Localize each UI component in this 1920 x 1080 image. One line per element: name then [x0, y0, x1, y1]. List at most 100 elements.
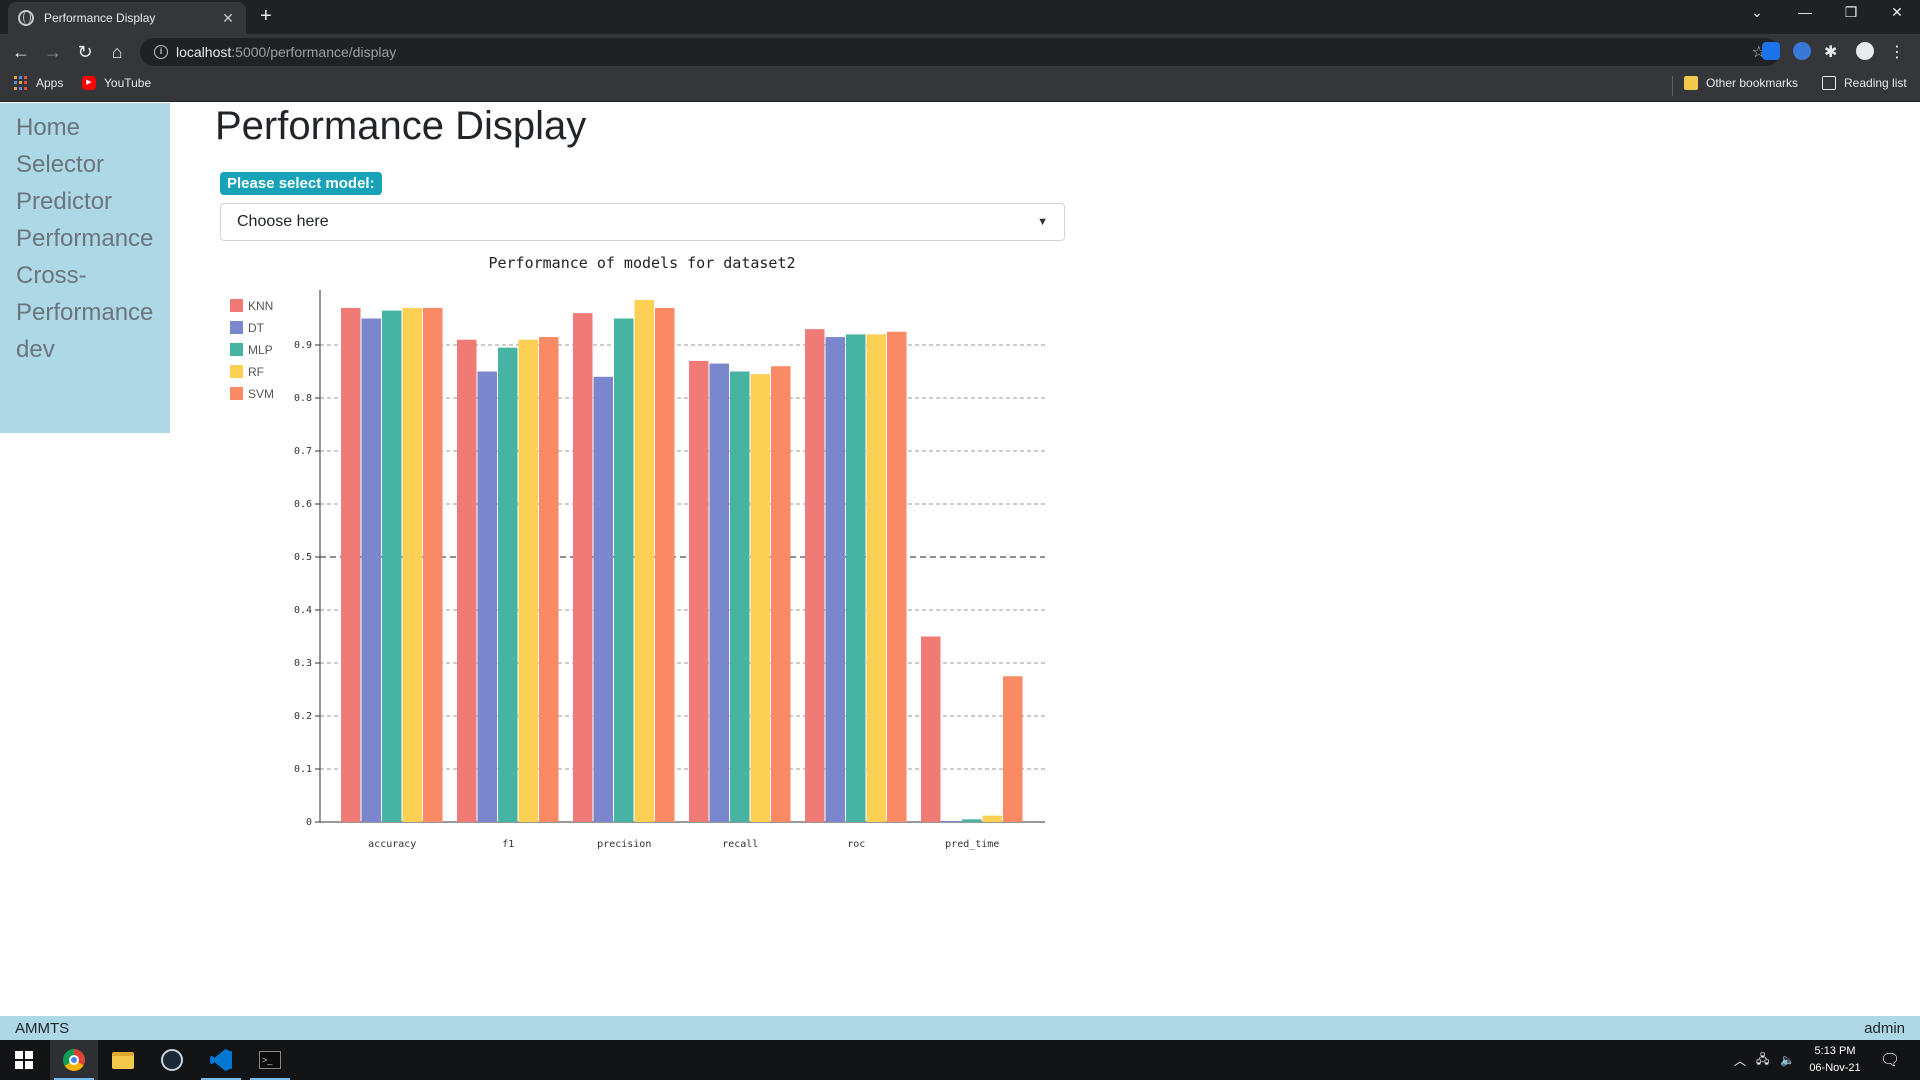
bar-knn-f1 — [457, 339, 477, 822]
bar-rf-recall — [750, 374, 770, 822]
bar-mlp-precision — [614, 318, 634, 822]
folder-icon — [1684, 76, 1698, 90]
bookmark-youtube[interactable]: ▶ YouTube — [82, 76, 151, 90]
tray-chevron-up-icon[interactable]: ︿ — [1734, 1040, 1746, 1080]
notifications-icon[interactable]: 🗨 — [1880, 1040, 1900, 1080]
forward-icon[interactable]: → — [41, 40, 65, 64]
y-tick-label: 0.8 — [294, 393, 312, 404]
network-icon[interactable]: 🖧 — [1756, 1040, 1769, 1080]
bar-rf-f1 — [518, 339, 538, 822]
bar-knn-roc — [805, 329, 825, 822]
sidebar-item-cross-performance[interactable]: Cross- Performance — [0, 257, 170, 331]
bookmark-apps[interactable]: Apps — [14, 76, 63, 90]
extension-blue-icon[interactable] — [1793, 42, 1811, 60]
bar-mlp-roc — [846, 334, 866, 822]
legend-swatch — [230, 387, 243, 400]
x-tick-label: precision — [597, 839, 651, 850]
new-tab-button[interactable]: + — [260, 6, 272, 26]
globe-icon — [18, 10, 34, 26]
reading-list-icon — [1822, 76, 1836, 90]
bookmark-youtube-label: YouTube — [104, 76, 152, 90]
sidebar-item-predictor[interactable]: Predictor — [0, 183, 170, 220]
bar-svm-recall — [771, 366, 791, 822]
bar-mlp-pred_time — [962, 819, 982, 822]
taskbar-clock[interactable]: 5:13 PM 06-Nov-21 — [1800, 1043, 1870, 1077]
browser-tab[interactable]: Performance Display ✕ — [8, 2, 246, 34]
bookmarks-divider — [1672, 76, 1673, 96]
footer-user: admin — [1864, 1019, 1905, 1037]
performance-chart: Performance of models for dataset2 0 0.1 0.… — [230, 254, 1045, 850]
legend-swatch — [230, 343, 243, 356]
y-tick-label: 0.2 — [294, 711, 312, 722]
other-bookmarks-label: Other bookmarks — [1706, 76, 1799, 90]
sidebar-item-dev[interactable]: dev — [0, 331, 170, 368]
legend-label: SVM — [248, 387, 274, 401]
taskbar-chrome[interactable] — [50, 1040, 98, 1080]
legend-swatch — [230, 321, 243, 334]
apps-grid-icon — [14, 76, 28, 90]
taskbar-file-explorer[interactable] — [99, 1040, 147, 1080]
bar-svm-roc — [887, 331, 907, 822]
bar-rf-precision — [634, 299, 654, 822]
file-explorer-icon — [112, 1051, 134, 1069]
y-tick-label: 0.3 — [294, 658, 312, 669]
legend-label: DT — [248, 321, 265, 335]
home-icon[interactable]: ⌂ — [105, 40, 129, 64]
address-bar[interactable]: i localhost :5000/performance/display ☆ — [140, 38, 1780, 66]
y-tick-label: 0 — [306, 817, 312, 828]
tab-title: Performance Display — [44, 11, 156, 25]
y-tick-label: 0.9 — [294, 340, 312, 351]
bookmarks-bar: Apps ▶ YouTube Other bookmarks Reading l… — [0, 70, 1920, 102]
volume-icon[interactable]: 🔈 — [1780, 1040, 1795, 1080]
bar-mlp-recall — [730, 371, 750, 822]
more-menu-icon[interactable]: ⋮ — [1888, 42, 1906, 61]
y-tick-label: 0.4 — [294, 605, 312, 616]
sidebar-item-performance[interactable]: Performance — [0, 220, 170, 257]
taskbar-steam[interactable] — [148, 1040, 196, 1080]
x-tick-label: recall — [722, 839, 758, 850]
sidebar-item-cross-label-1: Cross- — [16, 262, 87, 289]
bar-knn-accuracy — [341, 307, 361, 822]
sidebar-item-home[interactable]: Home — [0, 109, 170, 146]
bar-rf-roc — [866, 334, 886, 822]
restore-button[interactable]: ❐ — [1831, 4, 1871, 21]
other-bookmarks[interactable]: Other bookmarks — [1684, 76, 1798, 90]
url-path: :5000/performance/display — [231, 44, 397, 60]
extension-shield-icon[interactable] — [1762, 42, 1780, 60]
minimize-button[interactable]: — — [1785, 4, 1825, 20]
legend-label: RF — [248, 365, 264, 379]
extensions-puzzle-icon[interactable]: ✱ — [1824, 42, 1842, 61]
bar-dt-pred_time — [941, 820, 961, 822]
info-icon[interactable]: i — [154, 45, 168, 59]
profile-avatar[interactable] — [1856, 42, 1874, 60]
taskbar-vscode[interactable] — [197, 1040, 245, 1080]
close-window-button[interactable]: ✕ — [1877, 4, 1917, 21]
bar-svm-accuracy — [423, 307, 443, 822]
reload-icon[interactable]: ↻ — [73, 40, 97, 64]
model-select-value: Choose here — [237, 213, 329, 230]
back-icon[interactable]: ← — [9, 40, 33, 64]
vscode-icon — [210, 1049, 232, 1071]
y-tick-label: 0.7 — [294, 446, 312, 457]
tab-close-button[interactable]: ✕ — [220, 10, 236, 27]
bar-dt-precision — [593, 376, 613, 822]
bar-knn-precision — [573, 313, 593, 822]
reading-list[interactable]: Reading list — [1822, 76, 1907, 90]
sidebar-nav: Home Selector Predictor Performance Cros… — [0, 103, 170, 433]
url-host: localhost — [176, 44, 232, 60]
chevron-down-icon: ▼ — [1037, 216, 1048, 228]
bookmark-apps-label: Apps — [36, 76, 64, 90]
x-tick-label: pred_time — [945, 839, 999, 850]
tab-search-icon[interactable]: ⌄ — [1737, 4, 1777, 21]
page-footer: AMMTS admin — [0, 1016, 1920, 1040]
footer-app-name: AMMTS — [15, 1019, 70, 1037]
address-toolbar: ← → ↻ ⌂ i localhost :5000/performance/di… — [0, 34, 1920, 70]
taskbar-terminal[interactable]: >_ — [246, 1040, 294, 1080]
model-select[interactable]: Choose here ▼ — [220, 203, 1065, 241]
bar-dt-recall — [709, 363, 729, 822]
sidebar-item-selector[interactable]: Selector — [0, 146, 170, 183]
bar-svm-precision — [655, 307, 675, 822]
start-button[interactable] — [0, 1040, 48, 1080]
terminal-icon: >_ — [259, 1051, 281, 1069]
select-model-label: Please select model: — [220, 172, 382, 195]
